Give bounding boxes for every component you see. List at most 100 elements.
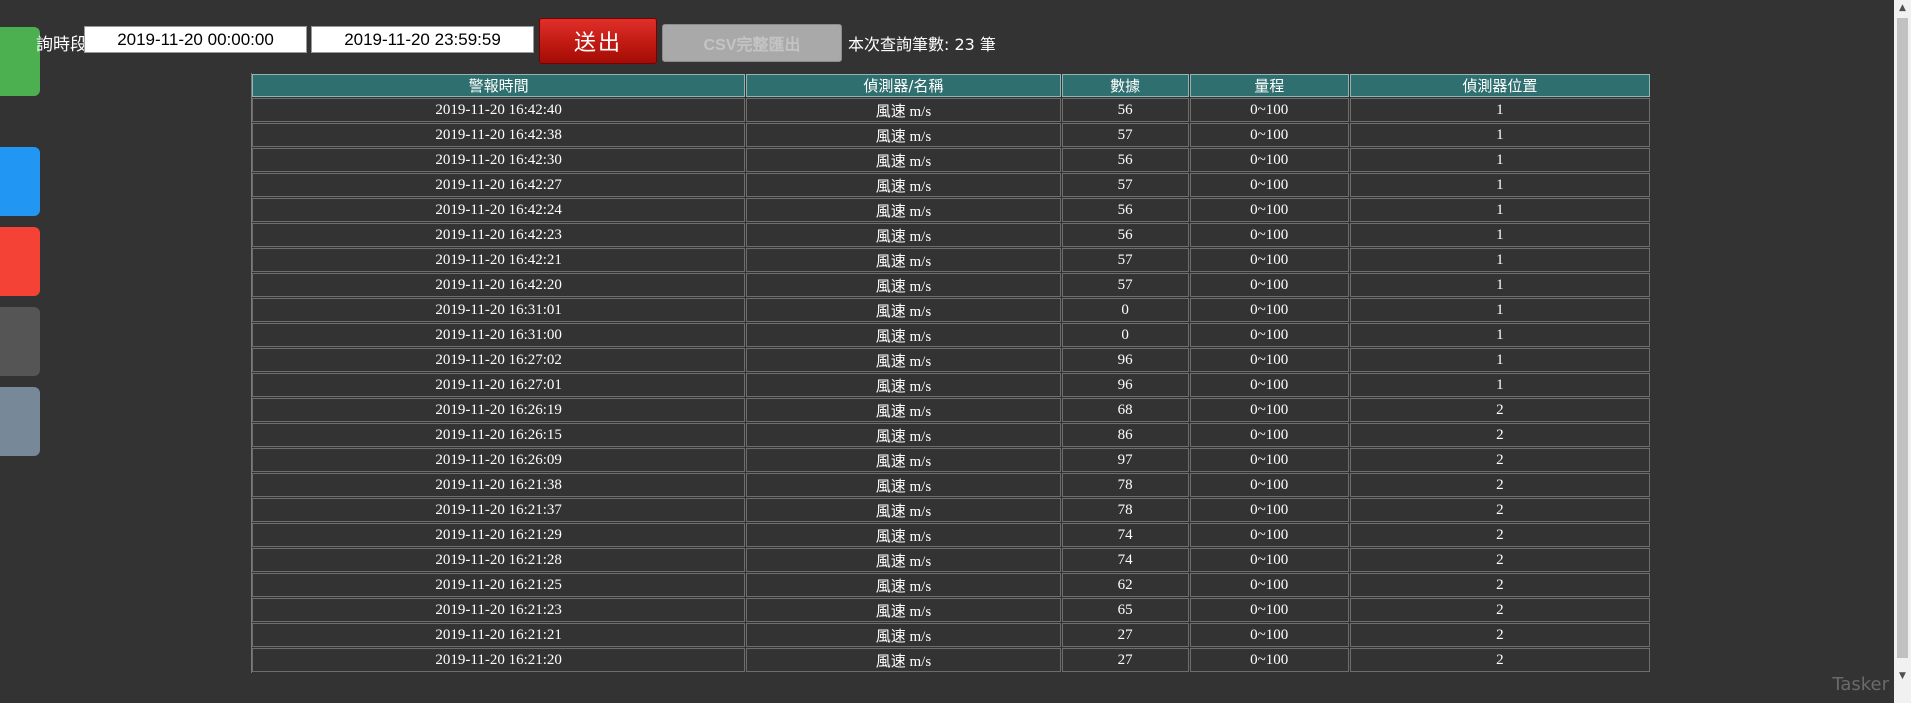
table-cell-col-alarm-time: 2019-11-20 16:26:15 <box>252 423 746 447</box>
table-cell-col-detector-name: 風速 m/s <box>746 248 1061 272</box>
table-cell-col-detector-location: 2 <box>1349 398 1650 422</box>
table-row: 2019-11-20 16:42:30 風速 m/s 56 0~100 1 <box>252 148 1650 172</box>
table-cell-col-range: 0~100 <box>1189 173 1349 197</box>
table-cell-col-detector-name: 風速 m/s <box>746 623 1061 647</box>
table-cell-col-detector-name: 風速 m/s <box>746 148 1061 172</box>
table-row: 2019-11-20 16:42:23 風速 m/s 56 0~100 1 <box>252 223 1650 247</box>
table-row: 2019-11-20 16:42:27 風速 m/s 57 0~100 1 <box>252 173 1650 197</box>
table-cell-col-range: 0~100 <box>1189 523 1349 547</box>
table-header-col-value: 數據 <box>1061 74 1189 97</box>
table-cell-col-range: 0~100 <box>1189 498 1349 522</box>
table-cell-col-value: 57 <box>1061 273 1189 297</box>
table-cell-col-value: 78 <box>1061 473 1189 497</box>
alarm-table-container: 警報時間 偵測器/名稱 數據 量程 偵測器位置 2019-11-20 16:42:40 風… <box>251 73 1651 673</box>
table-cell-col-value: 62 <box>1061 573 1189 597</box>
table-cell-col-detector-location: 2 <box>1349 623 1650 647</box>
table-cell-col-value: 56 <box>1061 98 1189 122</box>
table-cell-col-alarm-time: 2019-11-20 16:26:09 <box>252 448 746 472</box>
table-cell-col-detector-location: 2 <box>1349 498 1650 522</box>
table-cell-col-detector-name: 風速 m/s <box>746 298 1061 322</box>
table-cell-col-value: 0 <box>1061 298 1189 322</box>
table-row: 2019-11-20 16:42:20 風速 m/s 57 0~100 1 <box>252 273 1650 297</box>
table-cell-col-range: 0~100 <box>1189 198 1349 222</box>
table-cell-col-range: 0~100 <box>1189 298 1349 322</box>
table-cell-col-detector-name: 風速 m/s <box>746 223 1061 247</box>
table-cell-col-detector-name: 風速 m/s <box>746 548 1061 572</box>
side-tab-red[interactable] <box>0 227 40 296</box>
side-tab-dark[interactable] <box>0 307 40 376</box>
vertical-scrollbar[interactable]: ▲ ▼ <box>1894 0 1911 703</box>
table-cell-col-detector-location: 1 <box>1349 298 1650 322</box>
table-cell-col-range: 0~100 <box>1189 123 1349 147</box>
table-row: 2019-11-20 16:42:24 風速 m/s 56 0~100 1 <box>252 198 1650 222</box>
result-count-text: 本次查詢筆數: 23 筆 <box>848 35 996 54</box>
table-cell-col-detector-name: 風速 m/s <box>746 423 1061 447</box>
table-cell-col-value: 56 <box>1061 198 1189 222</box>
table-cell-col-value: 27 <box>1061 623 1189 647</box>
watermark-logo: Tasker <box>1832 674 1889 695</box>
query-toolbar: 詢時段 送出 CSV完整匯出 本次查詢筆數: 23 筆 <box>0 18 1100 64</box>
table-cell-col-value: 56 <box>1061 148 1189 172</box>
table-row: 2019-11-20 16:42:38 風速 m/s 57 0~100 1 <box>252 123 1650 147</box>
table-row: 2019-11-20 16:21:21 風速 m/s 27 0~100 2 <box>252 623 1650 647</box>
table-cell-col-value: 68 <box>1061 398 1189 422</box>
side-tab-slate[interactable] <box>0 387 40 456</box>
table-cell-col-detector-location: 2 <box>1349 523 1650 547</box>
table-cell-col-detector-name: 風速 m/s <box>746 323 1061 347</box>
table-cell-col-alarm-time: 2019-11-20 16:42:21 <box>252 248 746 272</box>
table-row: 2019-11-20 16:31:01 風速 m/s 0 0~100 1 <box>252 298 1650 322</box>
table-cell-col-alarm-time: 2019-11-20 16:42:40 <box>252 98 746 122</box>
table-cell-col-alarm-time: 2019-11-20 16:42:38 <box>252 123 746 147</box>
table-header-row: 警報時間 偵測器/名稱 數據 量程 偵測器位置 <box>252 74 1650 97</box>
table-cell-col-detector-location: 1 <box>1349 98 1650 122</box>
table-cell-col-alarm-time: 2019-11-20 16:21:29 <box>252 523 746 547</box>
end-datetime-input[interactable] <box>311 26 534 53</box>
table-cell-col-detector-location: 2 <box>1349 448 1650 472</box>
table-cell-col-range: 0~100 <box>1189 273 1349 297</box>
table-cell-col-range: 0~100 <box>1189 448 1349 472</box>
table-cell-col-value: 27 <box>1061 648 1189 672</box>
table-cell-col-value: 96 <box>1061 348 1189 372</box>
table-cell-col-detector-name: 風速 m/s <box>746 473 1061 497</box>
table-cell-col-range: 0~100 <box>1189 598 1349 622</box>
table-cell-col-value: 57 <box>1061 248 1189 272</box>
table-header-col-alarm-time: 警報時間 <box>252 74 746 97</box>
table-cell-col-detector-location: 1 <box>1349 323 1650 347</box>
start-datetime-input[interactable] <box>84 26 307 53</box>
scroll-down-icon[interactable]: ▼ <box>1894 668 1911 685</box>
csv-export-button[interactable]: CSV完整匯出 <box>662 24 842 62</box>
submit-button[interactable]: 送出 <box>539 18 657 64</box>
table-cell-col-range: 0~100 <box>1189 548 1349 572</box>
table-cell-col-range: 0~100 <box>1189 373 1349 397</box>
table-cell-col-value: 65 <box>1061 598 1189 622</box>
table-cell-col-range: 0~100 <box>1189 423 1349 447</box>
table-cell-col-value: 86 <box>1061 423 1189 447</box>
table-cell-col-value: 96 <box>1061 373 1189 397</box>
table-cell-col-alarm-time: 2019-11-20 16:21:20 <box>252 648 746 672</box>
table-row: 2019-11-20 16:26:19 風速 m/s 68 0~100 2 <box>252 398 1650 422</box>
table-cell-col-alarm-time: 2019-11-20 16:42:30 <box>252 148 746 172</box>
table-cell-col-value: 57 <box>1061 173 1189 197</box>
table-cell-col-alarm-time: 2019-11-20 16:27:01 <box>252 373 746 397</box>
table-cell-col-alarm-time: 2019-11-20 16:21:23 <box>252 598 746 622</box>
table-cell-col-range: 0~100 <box>1189 473 1349 497</box>
table-row: 2019-11-20 16:27:01 風速 m/s 96 0~100 1 <box>252 373 1650 397</box>
side-tab-blue[interactable] <box>0 147 40 216</box>
scroll-up-icon[interactable]: ▲ <box>1894 0 1911 17</box>
table-cell-col-detector-name: 風速 m/s <box>746 348 1061 372</box>
table-row: 2019-11-20 16:21:37 風速 m/s 78 0~100 2 <box>252 498 1650 522</box>
table-cell-col-detector-location: 2 <box>1349 598 1650 622</box>
table-cell-col-alarm-time: 2019-11-20 16:21:25 <box>252 573 746 597</box>
table-cell-col-detector-location: 1 <box>1349 198 1650 222</box>
table-cell-col-range: 0~100 <box>1189 323 1349 347</box>
table-row: 2019-11-20 16:27:02 風速 m/s 96 0~100 1 <box>252 348 1650 372</box>
table-cell-col-alarm-time: 2019-11-20 16:42:20 <box>252 273 746 297</box>
table-cell-col-range: 0~100 <box>1189 648 1349 672</box>
table-row: 2019-11-20 16:42:21 風速 m/s 57 0~100 1 <box>252 248 1650 272</box>
table-cell-col-detector-location: 1 <box>1349 373 1650 397</box>
scroll-thumb[interactable] <box>1897 18 1908 658</box>
table-row: 2019-11-20 16:21:38 風速 m/s 78 0~100 2 <box>252 473 1650 497</box>
table-cell-col-alarm-time: 2019-11-20 16:26:19 <box>252 398 746 422</box>
table-cell-col-detector-name: 風速 m/s <box>746 448 1061 472</box>
table-cell-col-range: 0~100 <box>1189 348 1349 372</box>
